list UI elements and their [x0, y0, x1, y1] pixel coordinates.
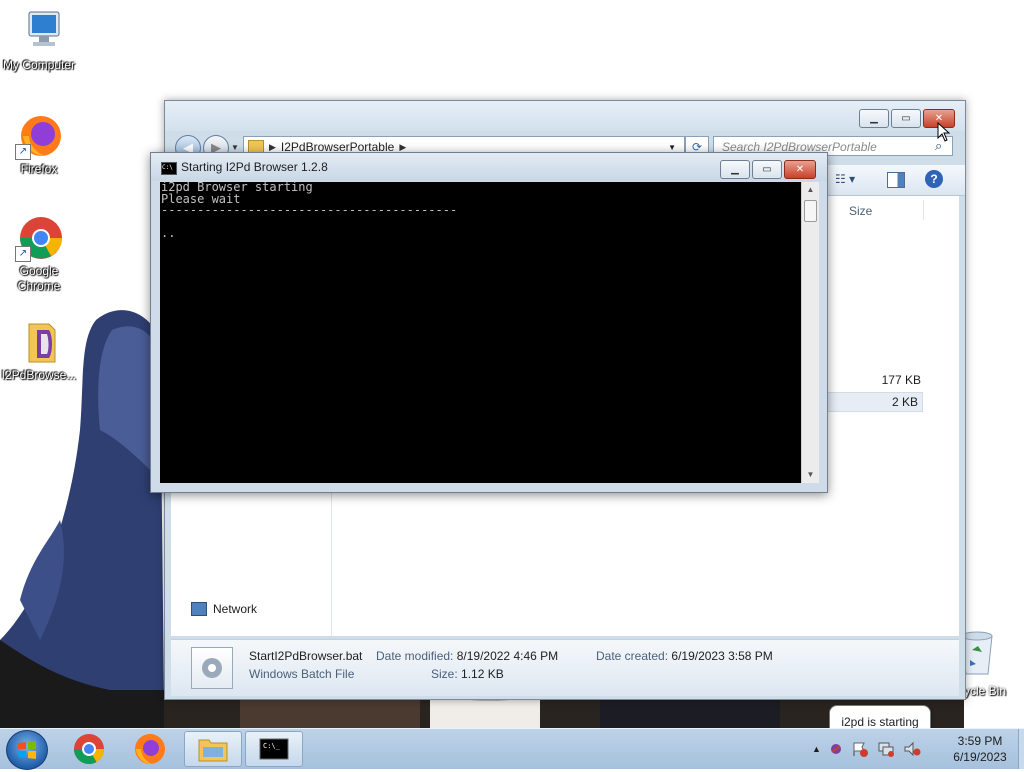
desktop-icon-label: Google Chrome: [17, 264, 61, 293]
desktop-icon-google-chrome[interactable]: ↗ Google Chrome: [0, 214, 78, 294]
console-window-controls: ▁ ▭ ✕: [720, 160, 816, 179]
preview-pane-button[interactable]: [887, 172, 905, 188]
column-divider[interactable]: [923, 200, 924, 220]
clock-time: 3:59 PM: [957, 734, 1003, 748]
shortcut-arrow-icon: ↗: [15, 144, 31, 160]
nav-item-network[interactable]: Network: [191, 602, 257, 616]
file-size: 2 KB: [891, 395, 918, 409]
i2pd-tray-icon[interactable]: [829, 742, 843, 756]
scroll-down-icon[interactable]: ▼: [802, 467, 819, 483]
cmd-icon: C:\: [161, 162, 177, 175]
console-scrollbar[interactable]: ▲ ▼: [801, 182, 819, 483]
maximize-button[interactable]: ▭: [752, 160, 782, 179]
taskbar: C:\_ ▲ 3:59 PM 6/19/2023: [0, 728, 1024, 770]
breadcrumb-separator-icon[interactable]: ▶: [269, 142, 276, 153]
details-date-created-label: Date created:: [596, 649, 669, 663]
volume-muted-icon[interactable]: [903, 741, 921, 757]
cmd-icon: C:\_: [259, 738, 289, 760]
desktop-icon-i2pd-browser[interactable]: I2PdBrowse...: [0, 318, 78, 383]
console-window[interactable]: C:\ Starting I2Pd Browser 1.2.8 ▁ ▭ ✕ i2…: [150, 152, 828, 493]
svg-text:C:\_: C:\_: [263, 742, 281, 750]
explorer-title-bar[interactable]: ▁ ▭ ✕: [165, 101, 965, 131]
maximize-button[interactable]: ▭: [891, 109, 921, 128]
details-date-modified: 8/19/2022 4:46 PM: [456, 649, 559, 663]
i2pd-folder-icon: [15, 318, 63, 366]
taskbar-firefox[interactable]: [121, 731, 179, 767]
explorer-folder-icon: [198, 739, 228, 762]
network-status-icon[interactable]: [877, 741, 895, 757]
desktop-icon-recycle-bin[interactable]: ycle Bin: [958, 628, 1024, 700]
console-title: Starting I2Pd Browser 1.2.8: [181, 160, 328, 174]
windows-logo-icon: [18, 741, 36, 759]
taskbar-chrome[interactable]: [60, 731, 118, 767]
console-line: ----------------------------------------…: [161, 203, 458, 217]
details-size: 1.12 KB: [461, 667, 504, 681]
firefox-icon: [135, 734, 165, 764]
action-center-flag-icon[interactable]: [851, 741, 869, 757]
minimize-button[interactable]: ▁: [859, 109, 889, 128]
network-icon: [191, 602, 207, 616]
batch-file-icon: [191, 647, 233, 689]
scroll-up-icon[interactable]: ▲: [802, 182, 819, 198]
nav-item-label: Network: [213, 602, 258, 616]
firefox-icon: ↗: [15, 112, 63, 160]
console-line: i2pd Browser starting: [161, 180, 313, 194]
shortcut-arrow-icon: ↗: [15, 246, 31, 262]
details-pane: StartI2PdBrowser.bat Windows Batch File …: [171, 639, 959, 696]
scrollbar-thumb[interactable]: [804, 200, 817, 222]
recent-pages-dropdown[interactable]: ▼: [231, 143, 239, 152]
breadcrumb-separator-icon[interactable]: ▶: [399, 142, 406, 153]
clock-date: 6/19/2023: [953, 750, 1007, 764]
desktop-icon-label: I2PdBrowse...: [1, 368, 77, 382]
file-size: 177 KB: [881, 373, 921, 387]
console-output[interactable]: i2pd Browser starting Please wait ------…: [160, 180, 801, 483]
start-button[interactable]: [6, 730, 48, 770]
address-dropdown-icon[interactable]: ▼: [668, 143, 676, 152]
change-view-button[interactable]: ☷ ▾: [835, 172, 855, 186]
details-date-modified-label: Date modified:: [376, 649, 454, 663]
details-date-created: 6/19/2023 3:58 PM: [671, 649, 773, 663]
details-file-type: Windows Batch File: [249, 667, 355, 681]
taskbar-clock[interactable]: 3:59 PM 6/19/2023: [940, 733, 1020, 765]
column-header-size[interactable]: Size: [849, 204, 872, 218]
computer-icon: [15, 8, 63, 56]
minimize-button[interactable]: ▁: [720, 160, 750, 179]
console-line: ..: [161, 226, 176, 240]
desktop-icon-label: Firefox: [20, 162, 58, 176]
desktop-icon-label: My Computer: [2, 58, 76, 72]
console-title-bar[interactable]: C:\ Starting I2Pd Browser 1.2.8 ▁ ▭ ✕: [151, 153, 827, 181]
show-desktop-button[interactable]: [1018, 729, 1024, 769]
desktop-icon-firefox[interactable]: ↗ Firefox: [0, 112, 78, 177]
taskbar-command-prompt[interactable]: C:\_: [245, 731, 303, 767]
details-size-label: Size:: [431, 667, 458, 681]
show-hidden-icons-icon[interactable]: ▲: [812, 744, 821, 754]
system-tray: ▲: [812, 733, 921, 765]
mouse-cursor-icon: [937, 122, 951, 142]
desktop-icon-my-computer[interactable]: My Computer: [0, 8, 78, 73]
help-icon[interactable]: ?: [925, 170, 943, 188]
details-file-name: StartI2PdBrowser.bat: [249, 649, 363, 663]
chrome-icon: ↗: [15, 214, 63, 262]
close-button[interactable]: ✕: [784, 160, 816, 179]
desktop-icon-label: ycle Bin: [964, 684, 1007, 698]
taskbar-windows-explorer[interactable]: [184, 731, 242, 767]
chrome-icon: [74, 734, 104, 765]
